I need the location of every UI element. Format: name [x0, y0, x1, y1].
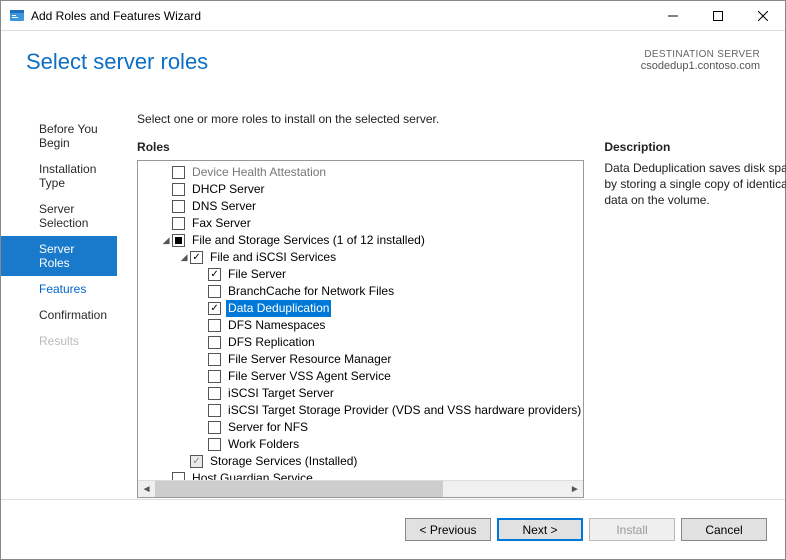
- roles-heading: Roles: [137, 140, 584, 154]
- tree-row[interactable]: Storage Services (Installed): [138, 453, 583, 470]
- app-icon: [9, 8, 25, 24]
- window-title: Add Roles and Features Wizard: [31, 9, 201, 23]
- tree-row[interactable]: ◢ File and iSCSI Services: [138, 249, 583, 266]
- tree-item-label[interactable]: File Server VSS Agent Service: [226, 368, 393, 385]
- wizard-window: Add Roles and Features Wizard Select ser…: [0, 0, 786, 560]
- checkbox[interactable]: [190, 251, 203, 264]
- next-button[interactable]: Next >: [497, 518, 583, 541]
- tree-item-label[interactable]: File and iSCSI Services: [208, 249, 338, 266]
- checkbox[interactable]: [208, 421, 221, 434]
- tree-item-label[interactable]: Device Health Attestation: [190, 164, 328, 181]
- tree-row[interactable]: Fax Server: [138, 215, 583, 232]
- titlebar: Add Roles and Features Wizard: [1, 1, 785, 31]
- page-title: Select server roles: [26, 49, 208, 75]
- description-text: Data Deduplication saves disk space by s…: [604, 160, 786, 209]
- tree-row[interactable]: ◢ File and Storage Services (1 of 12 inst…: [138, 232, 583, 249]
- instruction-text: Select one or more roles to install on t…: [137, 112, 786, 126]
- minimize-button[interactable]: [650, 1, 695, 31]
- checkbox[interactable]: [208, 302, 221, 315]
- checkbox[interactable]: [172, 183, 185, 196]
- wizard-step[interactable]: Installation Type: [1, 156, 117, 196]
- checkbox[interactable]: [172, 200, 185, 213]
- wizard-step[interactable]: Server Roles: [1, 236, 117, 276]
- roles-tree-box: Device Health AttestationDHCP ServerDNS …: [137, 160, 584, 498]
- tree-row[interactable]: Work Folders: [138, 436, 583, 453]
- description-heading: Description: [604, 140, 786, 154]
- cancel-button[interactable]: Cancel: [681, 518, 767, 541]
- tree-row[interactable]: iSCSI Target Storage Provider (VDS and V…: [138, 402, 583, 419]
- destination-label: DESTINATION SERVER: [641, 49, 760, 60]
- tree-item-label[interactable]: File Server: [226, 266, 288, 283]
- tree-item-label[interactable]: Server for NFS: [226, 419, 310, 436]
- footer: < Previous Next > Install Cancel: [1, 499, 785, 559]
- checkbox[interactable]: [208, 319, 221, 332]
- tree-item-label[interactable]: BranchCache for Network Files: [226, 283, 396, 300]
- checkbox[interactable]: [172, 234, 185, 247]
- checkbox[interactable]: [172, 217, 185, 230]
- tree-item-label[interactable]: File and Storage Services (1 of 12 insta…: [190, 232, 427, 249]
- tree-item-label[interactable]: DFS Replication: [226, 334, 317, 351]
- tree-item-label[interactable]: DNS Server: [190, 198, 258, 215]
- tree-item-label[interactable]: Data Deduplication: [226, 300, 331, 317]
- checkbox[interactable]: [172, 472, 185, 480]
- tree-item-label[interactable]: DHCP Server: [190, 181, 266, 198]
- checkbox[interactable]: [208, 268, 221, 281]
- tree-row[interactable]: Host Guardian Service: [138, 470, 583, 480]
- wizard-step[interactable]: Confirmation: [1, 302, 117, 328]
- header: Select server roles DESTINATION SERVER c…: [1, 31, 785, 106]
- scroll-right-icon[interactable]: ►: [566, 481, 583, 498]
- wizard-step[interactable]: Features: [1, 276, 117, 302]
- checkbox[interactable]: [208, 438, 221, 451]
- tree-row[interactable]: DHCP Server: [138, 181, 583, 198]
- tree-row[interactable]: Data Deduplication: [138, 300, 583, 317]
- checkbox[interactable]: [208, 285, 221, 298]
- tree-row[interactable]: BranchCache for Network Files: [138, 283, 583, 300]
- checkbox[interactable]: [208, 404, 221, 417]
- roles-tree[interactable]: Device Health AttestationDHCP ServerDNS …: [138, 161, 583, 480]
- destination-server: DESTINATION SERVER csodedup1.contoso.com: [641, 49, 760, 72]
- horizontal-scrollbar[interactable]: ◄ ►: [138, 480, 583, 497]
- tree-row[interactable]: iSCSI Target Server: [138, 385, 583, 402]
- tree-row[interactable]: File Server: [138, 266, 583, 283]
- tree-row[interactable]: DFS Namespaces: [138, 317, 583, 334]
- checkbox[interactable]: [208, 336, 221, 349]
- checkbox[interactable]: [208, 353, 221, 366]
- tree-item-label[interactable]: iSCSI Target Server: [226, 385, 336, 402]
- tree-item-label[interactable]: DFS Namespaces: [226, 317, 327, 334]
- tree-row[interactable]: Server for NFS: [138, 419, 583, 436]
- wizard-steps-sidebar: Before You BeginInstallation TypeServer …: [1, 106, 117, 498]
- tree-item-label[interactable]: iSCSI Target Storage Provider (VDS and V…: [226, 402, 583, 419]
- tree-item-label[interactable]: Host Guardian Service: [190, 470, 315, 480]
- checkbox: [190, 455, 203, 468]
- wizard-step[interactable]: Server Selection: [1, 196, 117, 236]
- close-button[interactable]: [740, 1, 785, 31]
- tree-row[interactable]: DNS Server: [138, 198, 583, 215]
- tree-item-label[interactable]: Fax Server: [190, 215, 253, 232]
- install-button[interactable]: Install: [589, 518, 675, 541]
- maximize-button[interactable]: [695, 1, 740, 31]
- destination-value: csodedup1.contoso.com: [641, 60, 760, 72]
- wizard-step: Results: [1, 328, 117, 354]
- tree-item-label[interactable]: Work Folders: [226, 436, 301, 453]
- previous-button[interactable]: < Previous: [405, 518, 491, 541]
- checkbox[interactable]: [208, 387, 221, 400]
- checkbox[interactable]: [172, 166, 185, 179]
- tree-row[interactable]: DFS Replication: [138, 334, 583, 351]
- scroll-left-icon[interactable]: ◄: [138, 481, 155, 498]
- checkbox[interactable]: [208, 370, 221, 383]
- collapse-icon[interactable]: ◢: [160, 232, 172, 249]
- tree-row[interactable]: File Server Resource Manager: [138, 351, 583, 368]
- tree-row[interactable]: File Server VSS Agent Service: [138, 368, 583, 385]
- tree-item-label[interactable]: Storage Services (Installed): [208, 453, 359, 470]
- collapse-icon[interactable]: ◢: [178, 249, 190, 266]
- tree-item-label[interactable]: File Server Resource Manager: [226, 351, 393, 368]
- wizard-step[interactable]: Before You Begin: [1, 116, 117, 156]
- tree-row[interactable]: Device Health Attestation: [138, 164, 583, 181]
